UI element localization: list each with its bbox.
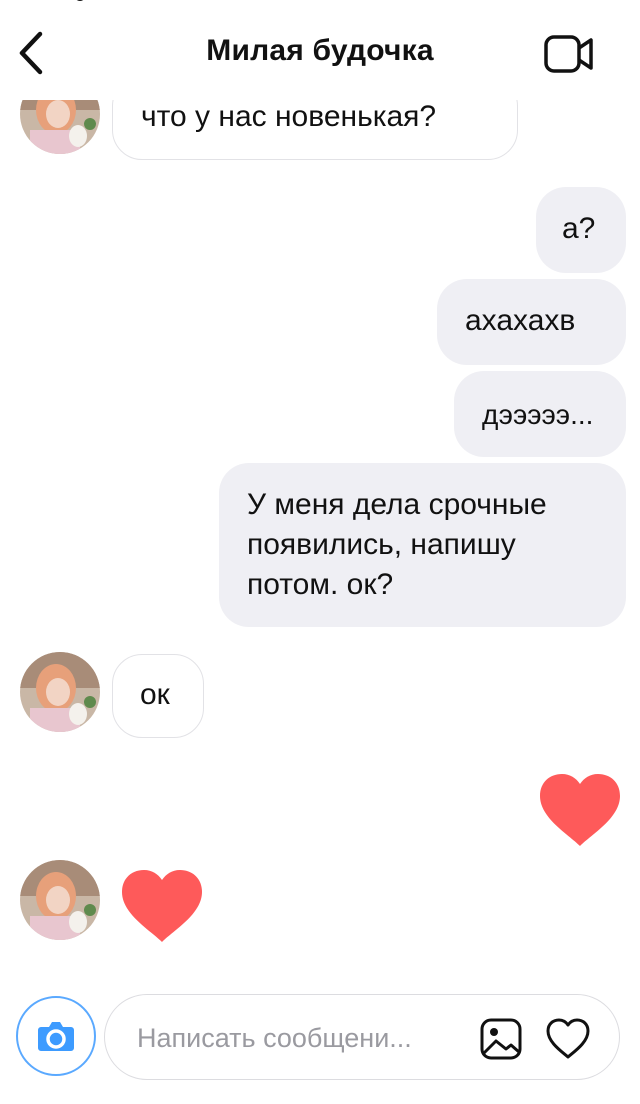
message-text: ахахахв (465, 304, 576, 337)
gallery-button[interactable] (479, 1017, 523, 1061)
status-bar-fragment (76, 0, 84, 1)
like-button[interactable] (545, 1017, 591, 1061)
message-bubble-incoming: ок (112, 654, 204, 738)
message-text: дэээээ... (482, 399, 594, 430)
avatar-photo (20, 860, 100, 940)
message-bubble-outgoing: У меня дела срочные появились, напишу по… (219, 463, 626, 627)
heart-outline-icon (546, 1018, 590, 1059)
heart-reaction-incoming (122, 870, 202, 942)
message-input-placeholder: Написать сообщени... (137, 1023, 412, 1053)
message-text-line: У меня дела срочные (247, 488, 547, 521)
message-text: ок (140, 678, 170, 711)
message-bubble-outgoing: ахахахв (437, 279, 626, 365)
avatar-photo (20, 652, 100, 732)
message-bubble-outgoing: а? (536, 187, 626, 273)
video-camera-icon (544, 35, 593, 73)
message-bubble-outgoing: дэээээ... (454, 371, 626, 457)
camera-icon (38, 1022, 74, 1051)
camera-button[interactable] (16, 996, 96, 1076)
video-call-button[interactable] (544, 34, 596, 74)
gallery-icon (480, 1018, 522, 1060)
message-text-line: потом. ок? (247, 568, 394, 601)
message-input[interactable]: Написать сообщени... (104, 994, 620, 1080)
chat-header: Милая будочка (0, 0, 640, 100)
avatar[interactable] (20, 860, 100, 940)
message-text: что у нас новенькая? (141, 100, 437, 133)
heart-reaction-outgoing (540, 774, 620, 846)
camera-button-inner (25, 1005, 87, 1067)
message-text: а? (562, 212, 596, 245)
message-composer: Написать сообщени... (0, 990, 640, 1104)
avatar[interactable] (20, 652, 100, 732)
message-text-line: появились, напишу (247, 528, 516, 561)
